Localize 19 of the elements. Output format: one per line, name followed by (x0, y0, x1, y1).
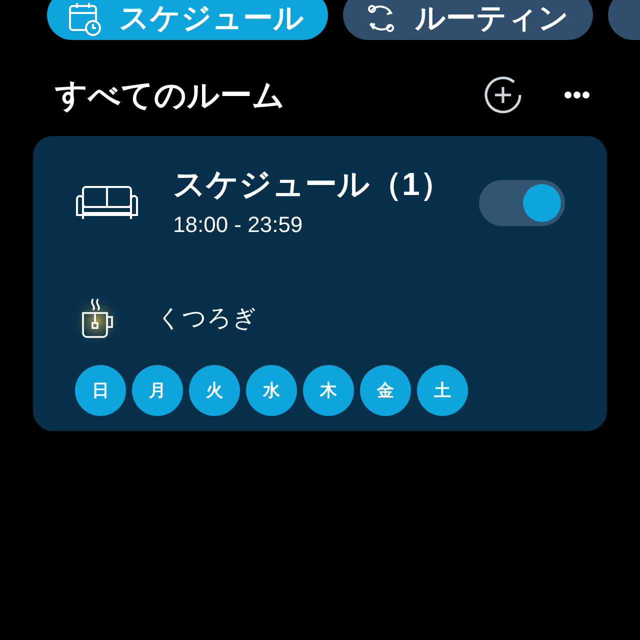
schedule-card[interactable]: スケジュール（1） 18:00 - 23:59 くつろぎ 日 月 火 水 木 金 土 (33, 136, 607, 431)
tab[interactable]: ルーティン (343, 0, 593, 40)
toggle-switch[interactable] (479, 180, 565, 226)
weekday-chip[interactable]: 金 (360, 365, 411, 416)
weekday-chip[interactable]: 日 (75, 365, 126, 416)
weekday-chip[interactable]: 水 (246, 365, 297, 416)
weekday-chip[interactable]: 月 (132, 365, 183, 416)
weekday-chip[interactable]: 木 (303, 365, 354, 416)
scene-name: くつろぎ (157, 304, 257, 334)
schedule-time: 18:00 - 23:59 (173, 211, 304, 239)
schedule-title: スケジュール（1） (173, 165, 453, 204)
section-title: すべてのルーム (55, 76, 286, 115)
more-icon[interactable] (564, 91, 590, 99)
add-icon[interactable] (482, 74, 524, 116)
calendar-icon (67, 1, 103, 37)
tab[interactable]: スケジュール (47, 0, 328, 40)
weekday-chip[interactable]: 火 (189, 365, 240, 416)
weekday-chip[interactable]: 土 (417, 365, 468, 416)
sofa-icon (75, 184, 139, 220)
